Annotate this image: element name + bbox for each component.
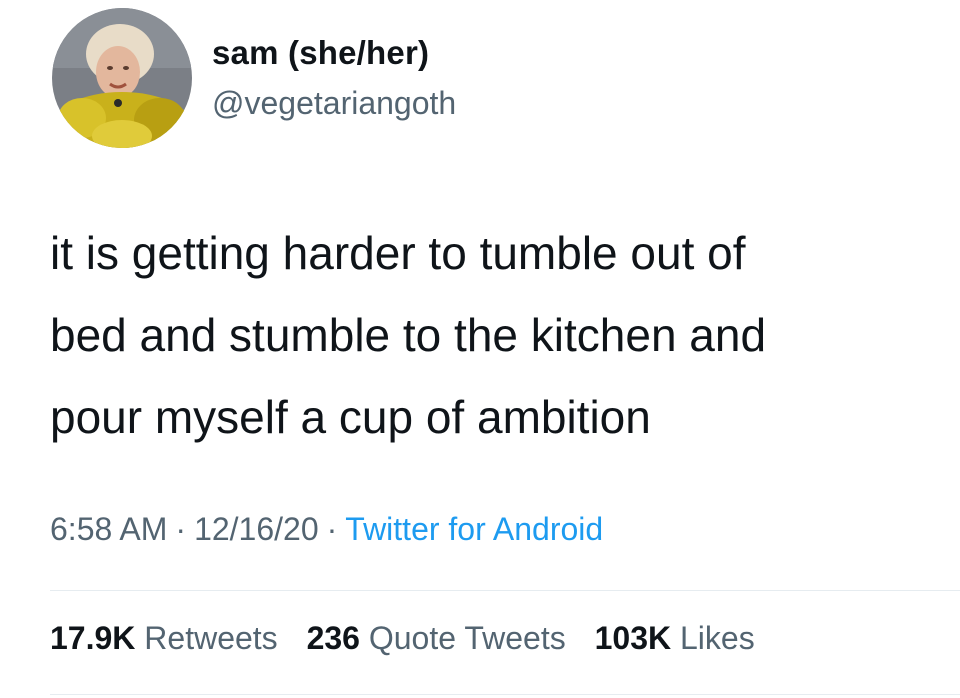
tweet-text-line: pour myself a cup of ambition <box>50 391 651 443</box>
tweet-text-line: it is getting harder to tumble out of <box>50 227 746 279</box>
tweet-meta: 6:58 AM · 12/16/20 · Twitter for Android <box>50 511 603 548</box>
retweets-stat[interactable]: 17.9K Retweets <box>50 620 278 656</box>
tweet-date[interactable]: 12/16/20 <box>194 511 319 547</box>
avatar-image <box>52 8 192 148</box>
meta-separator: · <box>175 511 187 547</box>
author-handle[interactable]: @vegetariangoth <box>212 85 456 122</box>
engagement-stats: 17.9K Retweets 236 Quote Tweets 103K Lik… <box>50 620 755 657</box>
quote-tweets-label: Quote Tweets <box>368 620 566 656</box>
tweet-source-link[interactable]: Twitter for Android <box>345 511 603 547</box>
divider <box>50 694 960 695</box>
likes-label: Likes <box>679 620 755 656</box>
quote-tweets-stat[interactable]: 236 Quote Tweets <box>307 620 566 656</box>
retweets-label: Retweets <box>144 620 278 656</box>
meta-separator: · <box>326 511 338 547</box>
retweets-count: 17.9K <box>50 620 136 656</box>
tweet-text: it is getting harder to tumble out of be… <box>50 212 930 458</box>
likes-stat[interactable]: 103K Likes <box>595 620 755 656</box>
tweet-time[interactable]: 6:58 AM <box>50 511 167 547</box>
tweet-card: sam (she/her) @vegetariangoth it is gett… <box>0 0 960 698</box>
author-display-name[interactable]: sam (she/her) <box>212 34 429 72</box>
avatar[interactable] <box>52 8 192 148</box>
divider <box>50 590 960 591</box>
quote-tweets-count: 236 <box>306 620 360 656</box>
tweet-text-line: bed and stumble to the kitchen and <box>50 309 767 361</box>
likes-count: 103K <box>594 620 672 656</box>
